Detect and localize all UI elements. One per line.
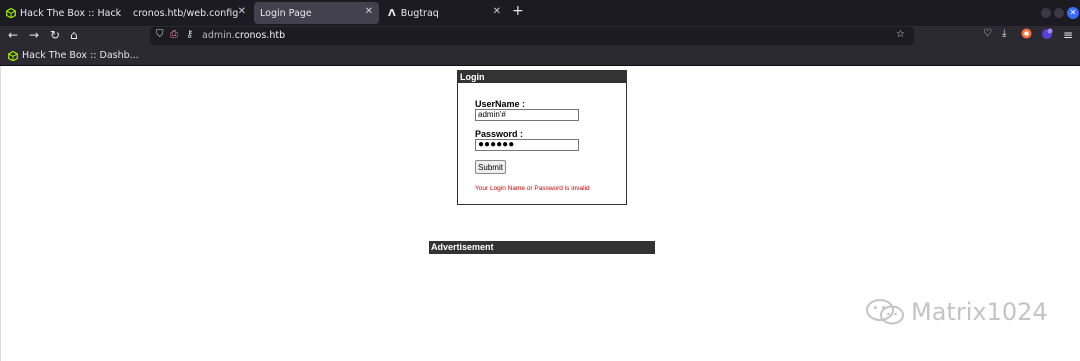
tab-label: Bugtraq: [400, 7, 439, 19]
login-header: Login: [458, 71, 626, 83]
password-input[interactable]: ●●●●●●: [475, 139, 579, 151]
bugtraq-icon: Ʌ: [388, 7, 396, 19]
window-close-icon[interactable]: ✕: [1067, 7, 1079, 19]
new-tab-icon[interactable]: +: [512, 3, 524, 19]
extension-icon[interactable]: [1021, 28, 1032, 42]
bookmark-label: Hack The Box :: Dashb...: [22, 50, 139, 61]
tab-label: cronos.htb/web.config: [133, 7, 239, 19]
wechat-icon: [866, 299, 904, 325]
url-text[interactable]: admin.cronos.htb: [202, 30, 285, 41]
advertisement-header: Advertisement: [429, 241, 655, 254]
shield-icon[interactable]: ⛉: [156, 29, 164, 40]
tab-login-page[interactable]: Login Page ✕: [254, 2, 379, 24]
forward-icon[interactable]: →: [29, 28, 39, 42]
close-icon[interactable]: ✕: [238, 6, 246, 17]
close-icon[interactable]: ✕: [493, 6, 501, 17]
bookmarks-bar: Hack The Box :: Dashb...: [0, 46, 1080, 66]
key-icon[interactable]: ⚷: [186, 29, 193, 40]
tab-label: Hack The Box :: Hack The: [20, 7, 122, 19]
watermark-text: Matrix1024: [911, 298, 1048, 326]
page-content: Login UserName : admin'# Password : ●●●●…: [0, 66, 1080, 361]
tab-hackthebox[interactable]: Hack The Box :: Hack The: [0, 2, 122, 24]
pocket-icon[interactable]: ♡: [983, 28, 992, 39]
downloads-icon[interactable]: ⤓: [1002, 28, 1006, 39]
login-form: Login UserName : admin'# Password : ●●●●…: [457, 70, 627, 205]
username-label: UserName :: [475, 99, 526, 109]
back-icon[interactable]: ←: [8, 28, 18, 42]
url-bar[interactable]: ⛉ ⎙ ⚷ admin.cronos.htb ☆: [150, 27, 914, 45]
page-info-icon[interactable]: ⎙: [170, 29, 178, 40]
bookmark-star-icon[interactable]: ☆: [896, 29, 905, 40]
menu-icon[interactable]: ≡: [1063, 28, 1073, 42]
tab-web-config[interactable]: cronos.htb/web.config ✕: [127, 2, 252, 24]
tab-bugtraq[interactable]: Ʌ Bugtraq ✕: [382, 2, 507, 24]
watermark: Matrix1024: [865, 298, 1048, 326]
error-message: Your Login Name or Password is invalid: [475, 185, 590, 192]
tab-label: Login Page: [260, 7, 312, 19]
username-input[interactable]: admin'#: [475, 109, 579, 121]
navigation-bar: ← → ↻ ⌂ ⛉ ⎙ ⚷ admin.cronos.htb ☆ ♡ ⤓ ≡: [0, 26, 1080, 46]
submit-button[interactable]: Submit: [475, 160, 506, 174]
maximize-icon[interactable]: [1054, 8, 1064, 18]
minimize-icon[interactable]: [1041, 8, 1051, 18]
hackthebox-icon: [8, 50, 18, 61]
hackthebox-icon: [6, 8, 16, 18]
extension-badge-icon[interactable]: [1041, 28, 1053, 43]
close-icon[interactable]: ✕: [365, 6, 373, 17]
home-icon[interactable]: ⌂: [70, 28, 78, 42]
tab-bar: Hack The Box :: Hack The cronos.htb/web.…: [0, 0, 1080, 26]
reload-icon[interactable]: ↻: [50, 28, 60, 42]
bookmark-hackthebox[interactable]: Hack The Box :: Dashb...: [8, 50, 139, 61]
password-label: Password :: [475, 129, 524, 139]
